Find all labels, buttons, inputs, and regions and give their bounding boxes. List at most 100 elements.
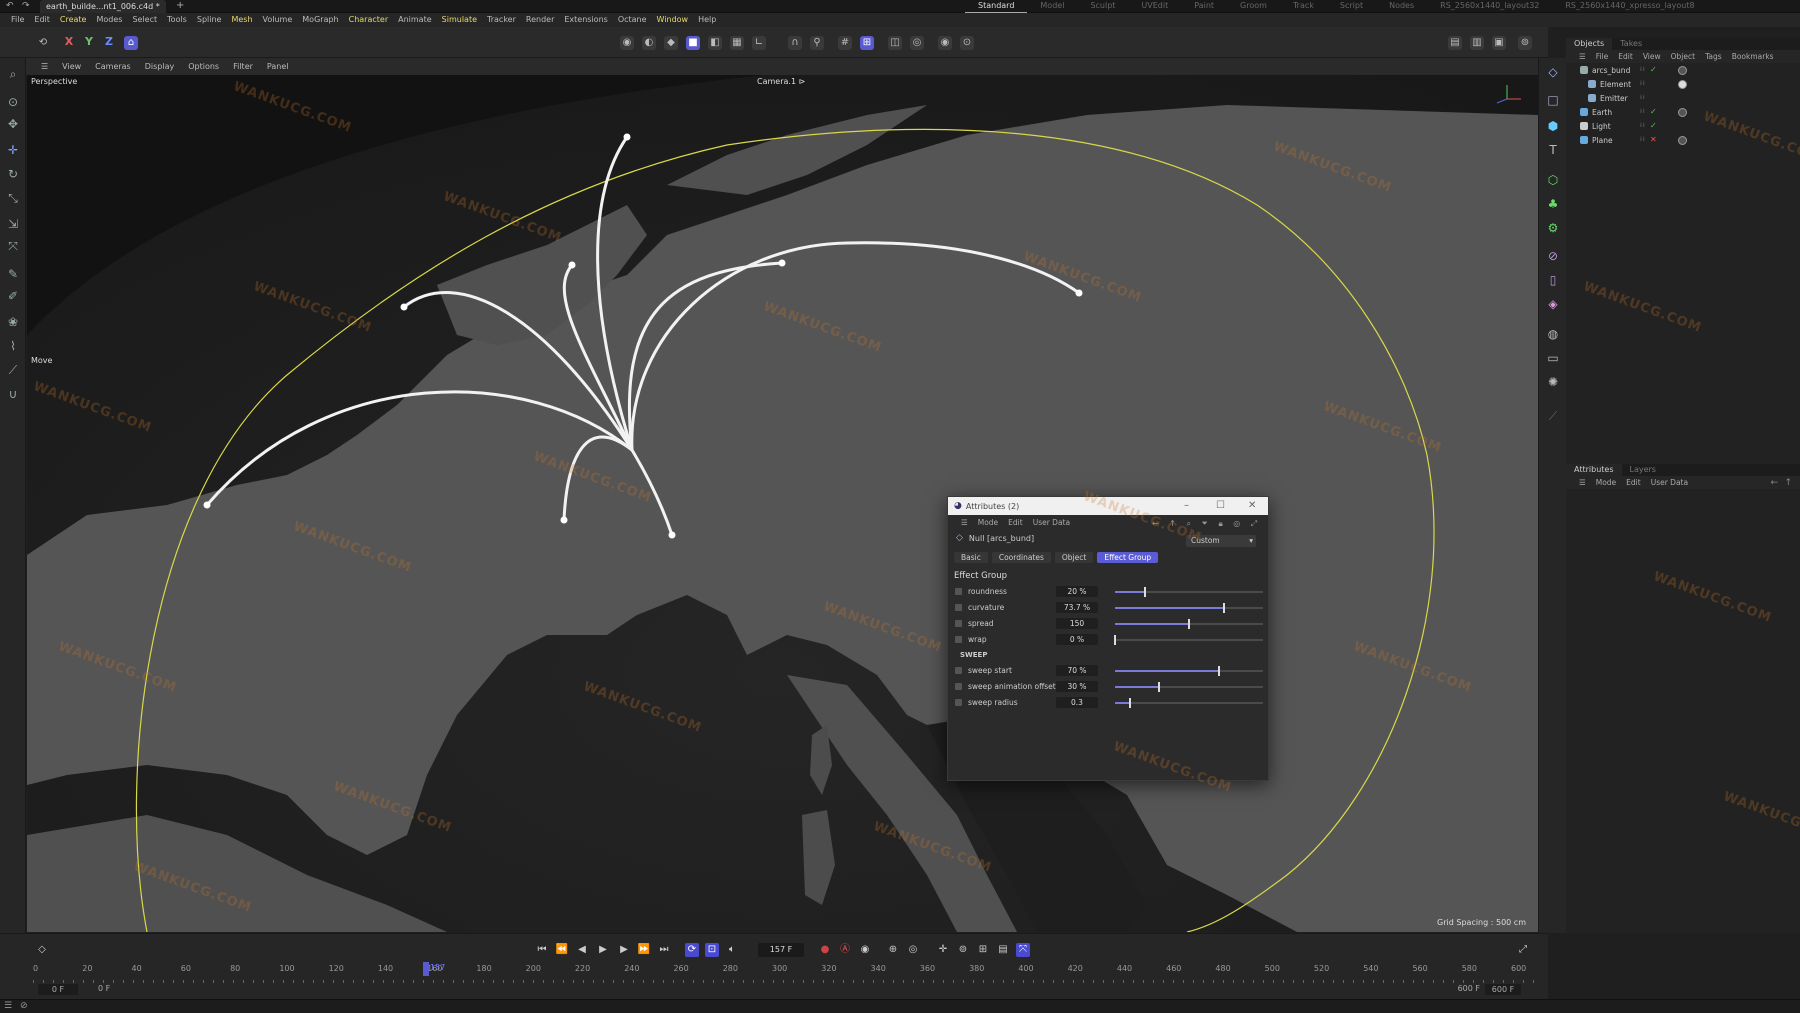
menu-mograph[interactable]: MoGraph bbox=[297, 13, 343, 27]
tab-layers[interactable]: Layers bbox=[1622, 464, 1664, 476]
param-value-field[interactable]: 73.7 % bbox=[1056, 601, 1098, 613]
menu-mesh[interactable]: Mesh bbox=[226, 13, 257, 27]
menu-tools[interactable]: Tools bbox=[162, 13, 192, 27]
animate-checkbox-icon[interactable] bbox=[955, 666, 962, 674]
param-value-field[interactable]: 0.3 bbox=[1056, 696, 1098, 708]
layout-tab-sculpt[interactable]: Sculpt bbox=[1077, 0, 1128, 13]
object-row-earth[interactable]: Earth ⁞⁞ ✓ bbox=[1566, 105, 1800, 119]
viewport-solo-icon[interactable]: ◎ bbox=[910, 36, 924, 50]
layout-tab-nodes[interactable]: Nodes bbox=[1376, 0, 1427, 13]
menu-octane[interactable]: Octane bbox=[613, 13, 652, 27]
enabled-check-icon[interactable]: ✓ bbox=[1650, 121, 1659, 130]
param-slider-handle[interactable] bbox=[1217, 666, 1220, 676]
param-value-field[interactable]: 0 % bbox=[1056, 633, 1098, 645]
viewport-camera-label[interactable]: Camera.1 ⊳ bbox=[757, 77, 805, 86]
menu-simulate[interactable]: Simulate bbox=[437, 13, 482, 27]
layout-tab-uvedit[interactable]: UVEdit bbox=[1128, 0, 1181, 13]
current-frame-field[interactable]: 157 F bbox=[758, 943, 804, 957]
keyframe-selection-icon[interactable]: ◉ bbox=[858, 943, 872, 957]
model-mode-icon[interactable]: ■ bbox=[686, 36, 700, 50]
param-slider-handle[interactable] bbox=[1158, 682, 1161, 692]
param-slider-handle[interactable] bbox=[1143, 587, 1146, 597]
param-slider-handle[interactable] bbox=[1114, 635, 1116, 645]
layout-tab-rs-2560x1440-xpresso-layout8[interactable]: RS_2560x1440_xpresso_layout8 bbox=[1552, 0, 1707, 13]
dialog-title-bar[interactable]: ◕ Attributes (2) – ☐ ✕ bbox=[948, 497, 1268, 515]
scale-key-icon[interactable]: ✛ bbox=[936, 943, 950, 957]
menu-spline[interactable]: Spline bbox=[192, 13, 227, 27]
dialog-nav-icons[interactable]: ← ↑ ⌕ ⏷ 🔒︎ ◎ ⤢ bbox=[1152, 519, 1261, 529]
animate-checkbox-icon[interactable] bbox=[955, 619, 962, 627]
magnet-tool-icon[interactable]: ∪ bbox=[5, 386, 21, 402]
viewport-menu-toggle-icon[interactable]: ☰ bbox=[34, 62, 55, 71]
go-to-end-icon[interactable]: ⏭ bbox=[657, 943, 671, 957]
dialog-menu-user-data[interactable]: User Data bbox=[1028, 518, 1075, 527]
axis-mode-icon[interactable]: ∟ bbox=[752, 36, 766, 50]
octane-icon[interactable]: ⊙ bbox=[960, 36, 974, 50]
preview-range-icon[interactable]: ⊡ bbox=[705, 943, 719, 957]
animate-checkbox-icon[interactable] bbox=[955, 587, 962, 595]
dialog-tab-effect-group[interactable]: Effect Group bbox=[1097, 551, 1159, 563]
edit-icon[interactable]: ⟋ bbox=[1545, 408, 1561, 424]
file-tab[interactable]: earth_builde...nt1_006.c4d * bbox=[40, 0, 166, 13]
animate-checkbox-icon[interactable] bbox=[955, 682, 962, 690]
transform-icon[interactable]: ⇲ bbox=[5, 216, 21, 232]
tag-icon[interactable]: ▯ bbox=[1545, 272, 1561, 288]
animate-checkbox-icon[interactable] bbox=[955, 635, 962, 643]
camera-icon[interactable]: ▭ bbox=[1545, 350, 1561, 366]
attributes-menu-edit[interactable]: Edit bbox=[1621, 478, 1646, 487]
minimize-icon[interactable]: – bbox=[1184, 500, 1189, 511]
viewport-menu-options[interactable]: Options bbox=[181, 62, 226, 71]
tab-attributes[interactable]: Attributes bbox=[1566, 464, 1622, 476]
visibility-dots-icon[interactable]: ⁞⁞ bbox=[1640, 108, 1650, 116]
dialog-tab-coordinates[interactable]: Coordinates bbox=[991, 551, 1051, 563]
viewport-menu-filter[interactable]: Filter bbox=[226, 62, 260, 71]
menu-volume[interactable]: Volume bbox=[258, 13, 298, 27]
snap-icon[interactable]: ⊞ bbox=[860, 36, 874, 50]
layout-tab-rs-2560x1440-layout32[interactable]: RS_2560x1440_layout32 bbox=[1427, 0, 1552, 13]
texture-mode-icon[interactable]: ▦ bbox=[730, 36, 744, 50]
material-tag-icon[interactable] bbox=[1678, 80, 1687, 89]
param-slider-handle[interactable] bbox=[1128, 698, 1131, 708]
param-slider-handle[interactable] bbox=[1223, 603, 1226, 613]
menu-file[interactable]: File bbox=[6, 13, 29, 27]
layout-tab-script[interactable]: Script bbox=[1327, 0, 1376, 13]
autokey-icon[interactable]: Ⓐ bbox=[838, 943, 852, 957]
min-time-field[interactable]: 0 F bbox=[38, 984, 78, 995]
param-slider[interactable] bbox=[1115, 619, 1263, 629]
redo-icon[interactable]: ↷ bbox=[22, 1, 30, 11]
param-slider[interactable] bbox=[1115, 587, 1263, 597]
menu-select[interactable]: Select bbox=[127, 13, 162, 27]
previous-key-icon[interactable]: ⏪ bbox=[555, 943, 569, 957]
objects-menu-object[interactable]: Object bbox=[1666, 52, 1700, 61]
fcurve-icon[interactable]: ⤢ bbox=[1516, 943, 1530, 957]
menu-character[interactable]: Character bbox=[344, 13, 394, 27]
object-row-emitter[interactable]: Emitter ⁞⁞ bbox=[1566, 91, 1800, 105]
menu-render[interactable]: Render bbox=[521, 13, 559, 27]
null-object-icon[interactable]: ◇ bbox=[1545, 64, 1561, 80]
rotate-tool-icon[interactable]: ↻ bbox=[5, 166, 21, 182]
render-settings-icon[interactable]: ▣ bbox=[1492, 36, 1506, 50]
attributes-menu-user-data[interactable]: User Data bbox=[1646, 478, 1693, 487]
magnet-icon[interactable]: ∩ bbox=[788, 36, 802, 50]
axis-y-toggle[interactable]: Y bbox=[82, 35, 96, 49]
status-menu-icon[interactable]: ☰ bbox=[4, 1001, 12, 1011]
polygons-mode-icon[interactable]: ◆ bbox=[664, 36, 678, 50]
uv-mode-icon[interactable]: ◧ bbox=[708, 36, 722, 50]
render-picture-viewer-icon[interactable]: ▥ bbox=[1470, 36, 1484, 50]
preset-dropdown[interactable]: Custom ▾ bbox=[1186, 535, 1256, 547]
undo-icon[interactable]: ↶ bbox=[6, 1, 14, 11]
viewport-menu-cameras[interactable]: Cameras bbox=[88, 62, 138, 71]
material-tag-icon[interactable] bbox=[1678, 66, 1687, 75]
objects-menu-file[interactable]: File bbox=[1591, 52, 1614, 61]
next-key-icon[interactable]: ⏩ bbox=[637, 943, 651, 957]
time-ruler[interactable]: 0 20 40 60 80 100 120 140 160 180 200 220 240 260 280 3… bbox=[33, 964, 1538, 986]
material-tag-icon[interactable] bbox=[1678, 108, 1687, 117]
param-value-field[interactable]: 70 % bbox=[1056, 664, 1098, 676]
undo-history-icon[interactable]: ⟲ bbox=[36, 36, 50, 50]
viewport-menu-view[interactable]: View bbox=[55, 62, 88, 71]
menu-help[interactable]: Help bbox=[693, 13, 721, 27]
param-slider[interactable] bbox=[1114, 635, 1263, 645]
visibility-dots-icon[interactable]: ⁞⁞ bbox=[1640, 66, 1650, 74]
menu-window[interactable]: Window bbox=[652, 13, 694, 27]
object-row-plane[interactable]: Plane ⁞⁞ ✕ bbox=[1566, 133, 1800, 147]
